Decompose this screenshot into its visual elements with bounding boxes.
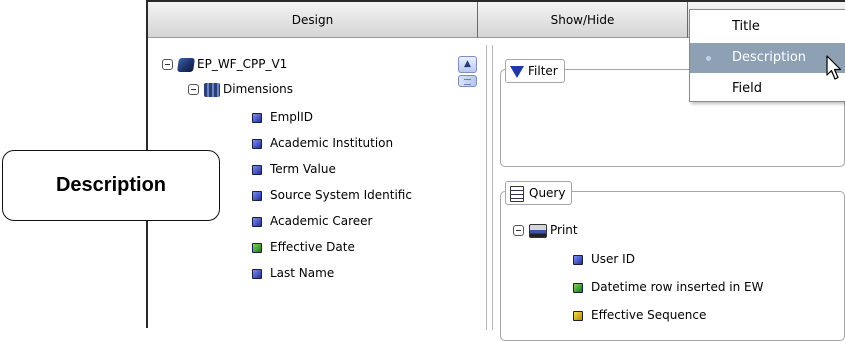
- field-icon: [573, 282, 583, 293]
- query-field-label: Effective Sequence: [591, 308, 707, 322]
- query-node-print[interactable]: Print: [513, 219, 578, 241]
- field-icon: [573, 254, 583, 265]
- tab-show-hide[interactable]: Show/Hide: [478, 2, 688, 38]
- tree-field-item[interactable]: Academic Institution: [252, 132, 393, 154]
- tree-field-label: Last Name: [270, 266, 335, 280]
- filter-header: Filter: [505, 59, 565, 83]
- tree-field-label: Source System Identific: [270, 188, 412, 202]
- tree-field-item[interactable]: Effective Date: [252, 236, 355, 258]
- callout-description: Description: [2, 150, 220, 221]
- tree-node-label: EP_WF_CPP_V1: [197, 57, 288, 71]
- query-header: Query: [505, 181, 573, 205]
- tree-node-root[interactable]: EP_WF_CPP_V1: [162, 53, 287, 75]
- document-icon: [510, 185, 524, 202]
- tab-design[interactable]: Design: [148, 2, 478, 38]
- field-icon: [252, 216, 262, 227]
- menu-item-title[interactable]: Title: [690, 12, 845, 42]
- dimensions-icon: [204, 82, 220, 97]
- menu-item-description[interactable]: Description: [690, 43, 845, 73]
- tree-field-item[interactable]: Source System Identific: [252, 184, 412, 206]
- collapse-toggle-icon[interactable]: [162, 59, 173, 70]
- menu-item-label: Description: [732, 50, 807, 65]
- funnel-icon: [510, 65, 524, 78]
- query-field-item[interactable]: Effective Sequence: [573, 304, 706, 326]
- query-field-item[interactable]: Datetime row inserted in EW: [573, 276, 763, 298]
- query-field-item[interactable]: User ID: [573, 248, 635, 270]
- query-title: Query: [529, 186, 566, 200]
- tree-field-label: EmplID: [270, 110, 314, 124]
- tree-field-item[interactable]: Term Value: [252, 158, 336, 180]
- tree-field-item[interactable]: Academic Career: [252, 210, 373, 232]
- printer-icon: [529, 223, 547, 238]
- field-icon: [252, 190, 262, 201]
- field-icon: [252, 164, 262, 175]
- field-icon: [252, 242, 262, 253]
- tree-field-label: Effective Date: [270, 240, 355, 254]
- field-icon: [252, 112, 262, 123]
- tree-field-label: Term Value: [270, 162, 336, 176]
- tree-node-dimensions[interactable]: Dimensions: [188, 78, 293, 100]
- scrollbar-thumb[interactable]: [458, 75, 477, 87]
- query-node-label: Print: [550, 223, 578, 237]
- tree-field-item[interactable]: Last Name: [252, 262, 334, 284]
- cube-icon: [177, 57, 195, 72]
- selected-bullet-icon: [706, 56, 711, 61]
- show-hide-dropdown-menu: Title Description Field: [689, 9, 845, 102]
- scroll-up-button[interactable]: ▲: [458, 56, 477, 73]
- tree-node-label: Dimensions: [223, 82, 294, 96]
- field-icon: [252, 138, 262, 149]
- filter-title: Filter: [528, 64, 558, 78]
- collapse-toggle-icon[interactable]: [513, 225, 524, 236]
- query-field-label: User ID: [591, 252, 635, 266]
- mouse-cursor-icon: [826, 55, 842, 80]
- tree-field-label: Academic Career: [270, 214, 373, 228]
- field-icon: [252, 268, 262, 279]
- collapse-toggle-icon[interactable]: [188, 84, 199, 95]
- menu-item-field[interactable]: Field: [690, 74, 845, 104]
- field-icon: [573, 310, 583, 321]
- tree-field-item[interactable]: EmplID: [252, 106, 313, 128]
- tree-field-label: Academic Institution: [270, 136, 394, 150]
- query-field-label: Datetime row inserted in EW: [591, 280, 764, 294]
